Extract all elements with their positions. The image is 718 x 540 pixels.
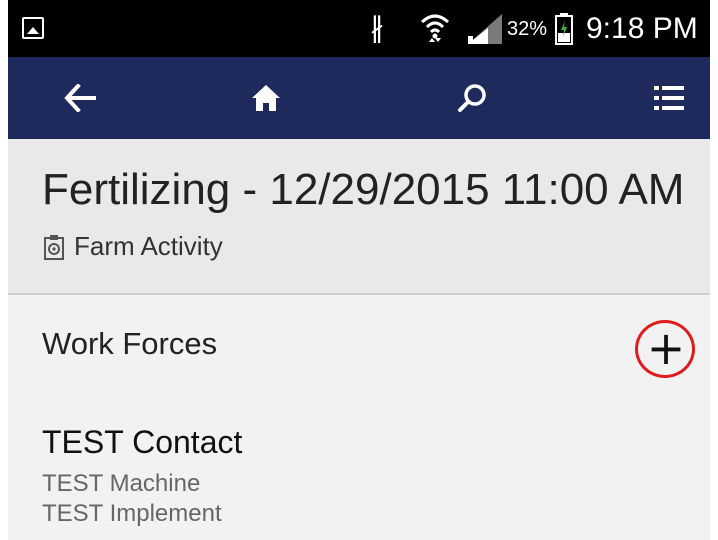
item-primary: TEST Contact	[42, 424, 243, 460]
clipboard-icon	[44, 234, 64, 260]
bluetooth-icon: ∦	[370, 11, 384, 44]
section-title: Work Forces	[42, 326, 218, 361]
record-title: Fertilizing - 12/29/2015 11:00 AM	[42, 165, 685, 214]
clock: 9:18 PM	[586, 12, 698, 45]
list-menu-icon	[654, 86, 684, 110]
home-button[interactable]	[226, 57, 306, 139]
app-bar	[8, 57, 710, 139]
red-circle-annotation	[635, 320, 695, 378]
signal-icon	[468, 14, 502, 44]
add-work-force-button[interactable]: +	[634, 320, 698, 380]
item-secondary-2: TEST Implement	[42, 500, 222, 527]
search-icon	[458, 84, 486, 112]
gallery-icon	[22, 17, 44, 39]
search-button[interactable]	[432, 57, 512, 139]
entity-label: Farm Activity	[74, 231, 223, 261]
battery-icon	[555, 13, 573, 45]
back-arrow-icon	[64, 84, 96, 112]
back-button[interactable]	[41, 57, 121, 139]
battery-percent: 32%	[507, 18, 548, 40]
item-secondary-1: TEST Machine	[42, 470, 201, 497]
entity-type: Farm Activity	[44, 231, 223, 262]
wifi-icon	[420, 14, 450, 42]
list-item[interactable]: TEST Contact TEST Machine TEST Implement	[42, 424, 682, 536]
list-menu-button[interactable]	[629, 57, 709, 139]
app-frame: ∦ 32% 9:18 PM Fertilizing - 12/29/2015 1…	[8, 0, 710, 540]
status-bar: ∦ 32% 9:18 PM	[8, 0, 710, 57]
record-header: Fertilizing - 12/29/2015 11:00 AM Farm A…	[8, 139, 710, 295]
home-icon	[252, 85, 280, 111]
